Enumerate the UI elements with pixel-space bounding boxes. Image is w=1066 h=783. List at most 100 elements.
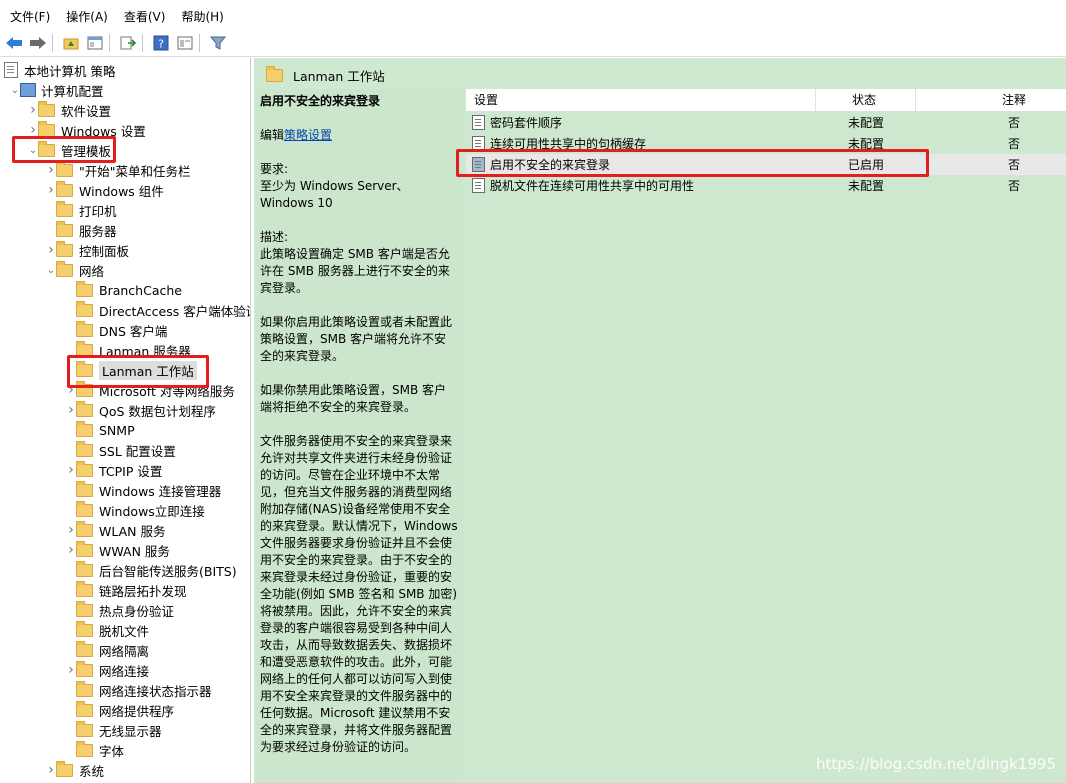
folder-icon [76, 540, 93, 557]
tree-item[interactable]: › WLAN 服务 [66, 520, 166, 540]
description-para-4: 文件服务器使用不安全的来宾登录来允许对共享文件夹进行未经身份验证的访问。尽管在企… [260, 434, 458, 754]
back-arrow-icon[interactable] [4, 33, 24, 53]
tree-item[interactable]: › Microsoft 对等网络服务 [66, 380, 235, 400]
menu-action[interactable]: 操作(A) [56, 0, 114, 30]
tree-item[interactable]: Windows立即连接 [66, 500, 205, 520]
tree-item[interactable]: Lanman 工作站 [66, 360, 197, 380]
collapsed-chevron-icon[interactable]: › [46, 160, 56, 180]
tree-item-label: 控制面板 [79, 243, 130, 259]
tree-item[interactable]: 无线显示器 [66, 720, 162, 740]
tree-item[interactable]: 服务器 [46, 220, 117, 240]
tree-item[interactable]: › 控制面板 [46, 240, 129, 260]
requirements-text: 至少为 Windows Server、Windows 10 [260, 179, 409, 210]
folder-icon [76, 400, 93, 417]
tree-item[interactable]: › Windows 组件 [46, 180, 164, 200]
folder-icon [76, 720, 93, 737]
tree-item[interactable]: 后台智能传送服务(BITS) [66, 560, 237, 580]
menu-view[interactable]: 查看(V) [114, 0, 172, 30]
menu-file[interactable]: 文件(F) [0, 0, 56, 30]
tree-item[interactable]: ⌄ 计算机配置 [10, 80, 104, 100]
collapsed-chevron-icon[interactable]: › [46, 180, 56, 200]
folder-icon [76, 340, 93, 357]
toolbar-separator [142, 34, 143, 52]
filter-icon[interactable] [208, 33, 228, 53]
policy-row[interactable]: 密码套件顺序 未配置 否 [466, 112, 1066, 133]
column-header-comment[interactable]: 注释 [916, 89, 1066, 111]
expanded-chevron-icon[interactable]: ⌄ [46, 260, 56, 280]
tree-item[interactable]: › 软件设置 [28, 100, 111, 120]
policy-row[interactable]: 连续可用性共享中的句柄缓存 未配置 否 [466, 133, 1066, 154]
tree-item-label: 软件设置 [61, 103, 112, 119]
folder-icon [76, 320, 93, 337]
help-icon[interactable]: ? [151, 33, 171, 53]
tree-item[interactable]: › QoS 数据包计划程序 [66, 400, 216, 420]
policy-row[interactable]: 脱机文件在连续可用性共享中的可用性 未配置 否 [466, 175, 1066, 196]
collapsed-chevron-icon[interactable]: › [66, 540, 76, 560]
up-folder-icon[interactable] [61, 33, 81, 53]
tree-item-label: 服务器 [79, 223, 117, 239]
tree-item[interactable]: DNS 客户端 [66, 320, 167, 340]
description-para-3: 如果你禁用此策略设置，SMB 客户端将拒绝不安全的来宾登录。 [260, 383, 447, 414]
policy-name: 启用不安全的来宾登录 [490, 158, 611, 172]
collapsed-chevron-icon[interactable]: › [46, 760, 56, 780]
tree-item-label: Lanman 工作站 [99, 360, 197, 380]
tree-item[interactable]: 本地计算机 策略 [4, 60, 115, 80]
list-header: 设置 状态 注释 [466, 89, 1066, 111]
tree-item[interactable]: SSL 配置设置 [66, 440, 176, 460]
expanded-chevron-icon[interactable]: ⌄ [10, 80, 20, 100]
collapsed-chevron-icon[interactable]: › [66, 460, 76, 480]
tree-item[interactable]: › WWAN 服务 [66, 540, 170, 560]
tree-item[interactable]: Windows 连接管理器 [66, 480, 221, 500]
show-tree-icon[interactable] [85, 33, 105, 53]
expanded-chevron-icon[interactable]: ⌄ [28, 140, 38, 160]
tree-item-label: SSL 配置设置 [99, 443, 176, 459]
tree-item[interactable]: DirectAccess 客户端体验设置 [66, 300, 250, 320]
no-chevron-spacer [66, 280, 76, 300]
tree-item[interactable]: ⌄ 管理模板 [28, 140, 111, 160]
menu-bar: 文件(F) 操作(A) 查看(V) 帮助(H) [0, 0, 1066, 30]
pane-title: Lanman 工作站 [293, 68, 385, 84]
tree-item[interactable]: › 系统 [46, 760, 104, 780]
collapsed-chevron-icon[interactable]: › [28, 100, 38, 120]
tree-item-label: 系统 [79, 763, 105, 779]
tree-item[interactable]: 网络隔离 [66, 640, 149, 660]
tree-item[interactable]: Lanman 服务器 [66, 340, 191, 360]
forward-arrow-icon[interactable] [28, 33, 48, 53]
no-chevron-spacer [66, 580, 76, 600]
description-para-1: 此策略设置确定 SMB 客户端是否允许在 SMB 服务器上进行不安全的来宾登录。 [260, 247, 450, 295]
collapsed-chevron-icon[interactable]: › [66, 520, 76, 540]
collapsed-chevron-icon[interactable]: › [66, 380, 76, 400]
tree-item[interactable]: ⌄ 网络 [46, 260, 104, 280]
tree-item[interactable]: 网络连接状态指示器 [66, 680, 212, 700]
tree-item[interactable]: 字体 [66, 740, 124, 760]
tree-item-label: 脱机文件 [99, 623, 150, 639]
properties-icon[interactable] [175, 33, 195, 53]
svg-text:?: ? [158, 38, 164, 51]
collapsed-chevron-icon[interactable]: › [66, 400, 76, 420]
tree-item[interactable]: SNMP [66, 420, 135, 440]
tree-item[interactable]: 网络提供程序 [66, 700, 174, 720]
no-chevron-spacer [66, 360, 76, 380]
tree-item-label: DNS 客户端 [99, 323, 168, 339]
collapsed-chevron-icon[interactable]: › [66, 660, 76, 680]
edit-policy-link[interactable]: 策略设置 [284, 128, 332, 142]
no-chevron-spacer [66, 440, 76, 460]
collapsed-chevron-icon[interactable]: › [46, 240, 56, 260]
column-header-state[interactable]: 状态 [816, 89, 916, 111]
tree-item-label: "开始"菜单和任务栏 [79, 163, 191, 179]
tree-item[interactable]: 热点身份验证 [66, 600, 174, 620]
tree-item[interactable]: › "开始"菜单和任务栏 [46, 160, 191, 180]
tree-item[interactable]: 打印机 [46, 200, 117, 220]
tree-item[interactable]: › TCPIP 设置 [66, 460, 162, 480]
tree-item[interactable]: › Windows 设置 [28, 120, 146, 140]
tree-item[interactable]: 脱机文件 [66, 620, 149, 640]
collapsed-chevron-icon[interactable]: › [28, 120, 38, 140]
tree-item[interactable]: BranchCache [66, 280, 182, 300]
policy-row[interactable]: 启用不安全的来宾登录 已启用 否 [466, 154, 1066, 175]
menu-help[interactable]: 帮助(H) [171, 0, 229, 30]
tree-item[interactable]: › 网络连接 [66, 660, 149, 680]
tree-item[interactable]: 链路层拓扑发现 [66, 580, 187, 600]
column-header-setting[interactable]: 设置 [466, 89, 816, 111]
export-list-icon[interactable] [118, 33, 138, 53]
tree-item-label: Windows立即连接 [99, 503, 205, 519]
